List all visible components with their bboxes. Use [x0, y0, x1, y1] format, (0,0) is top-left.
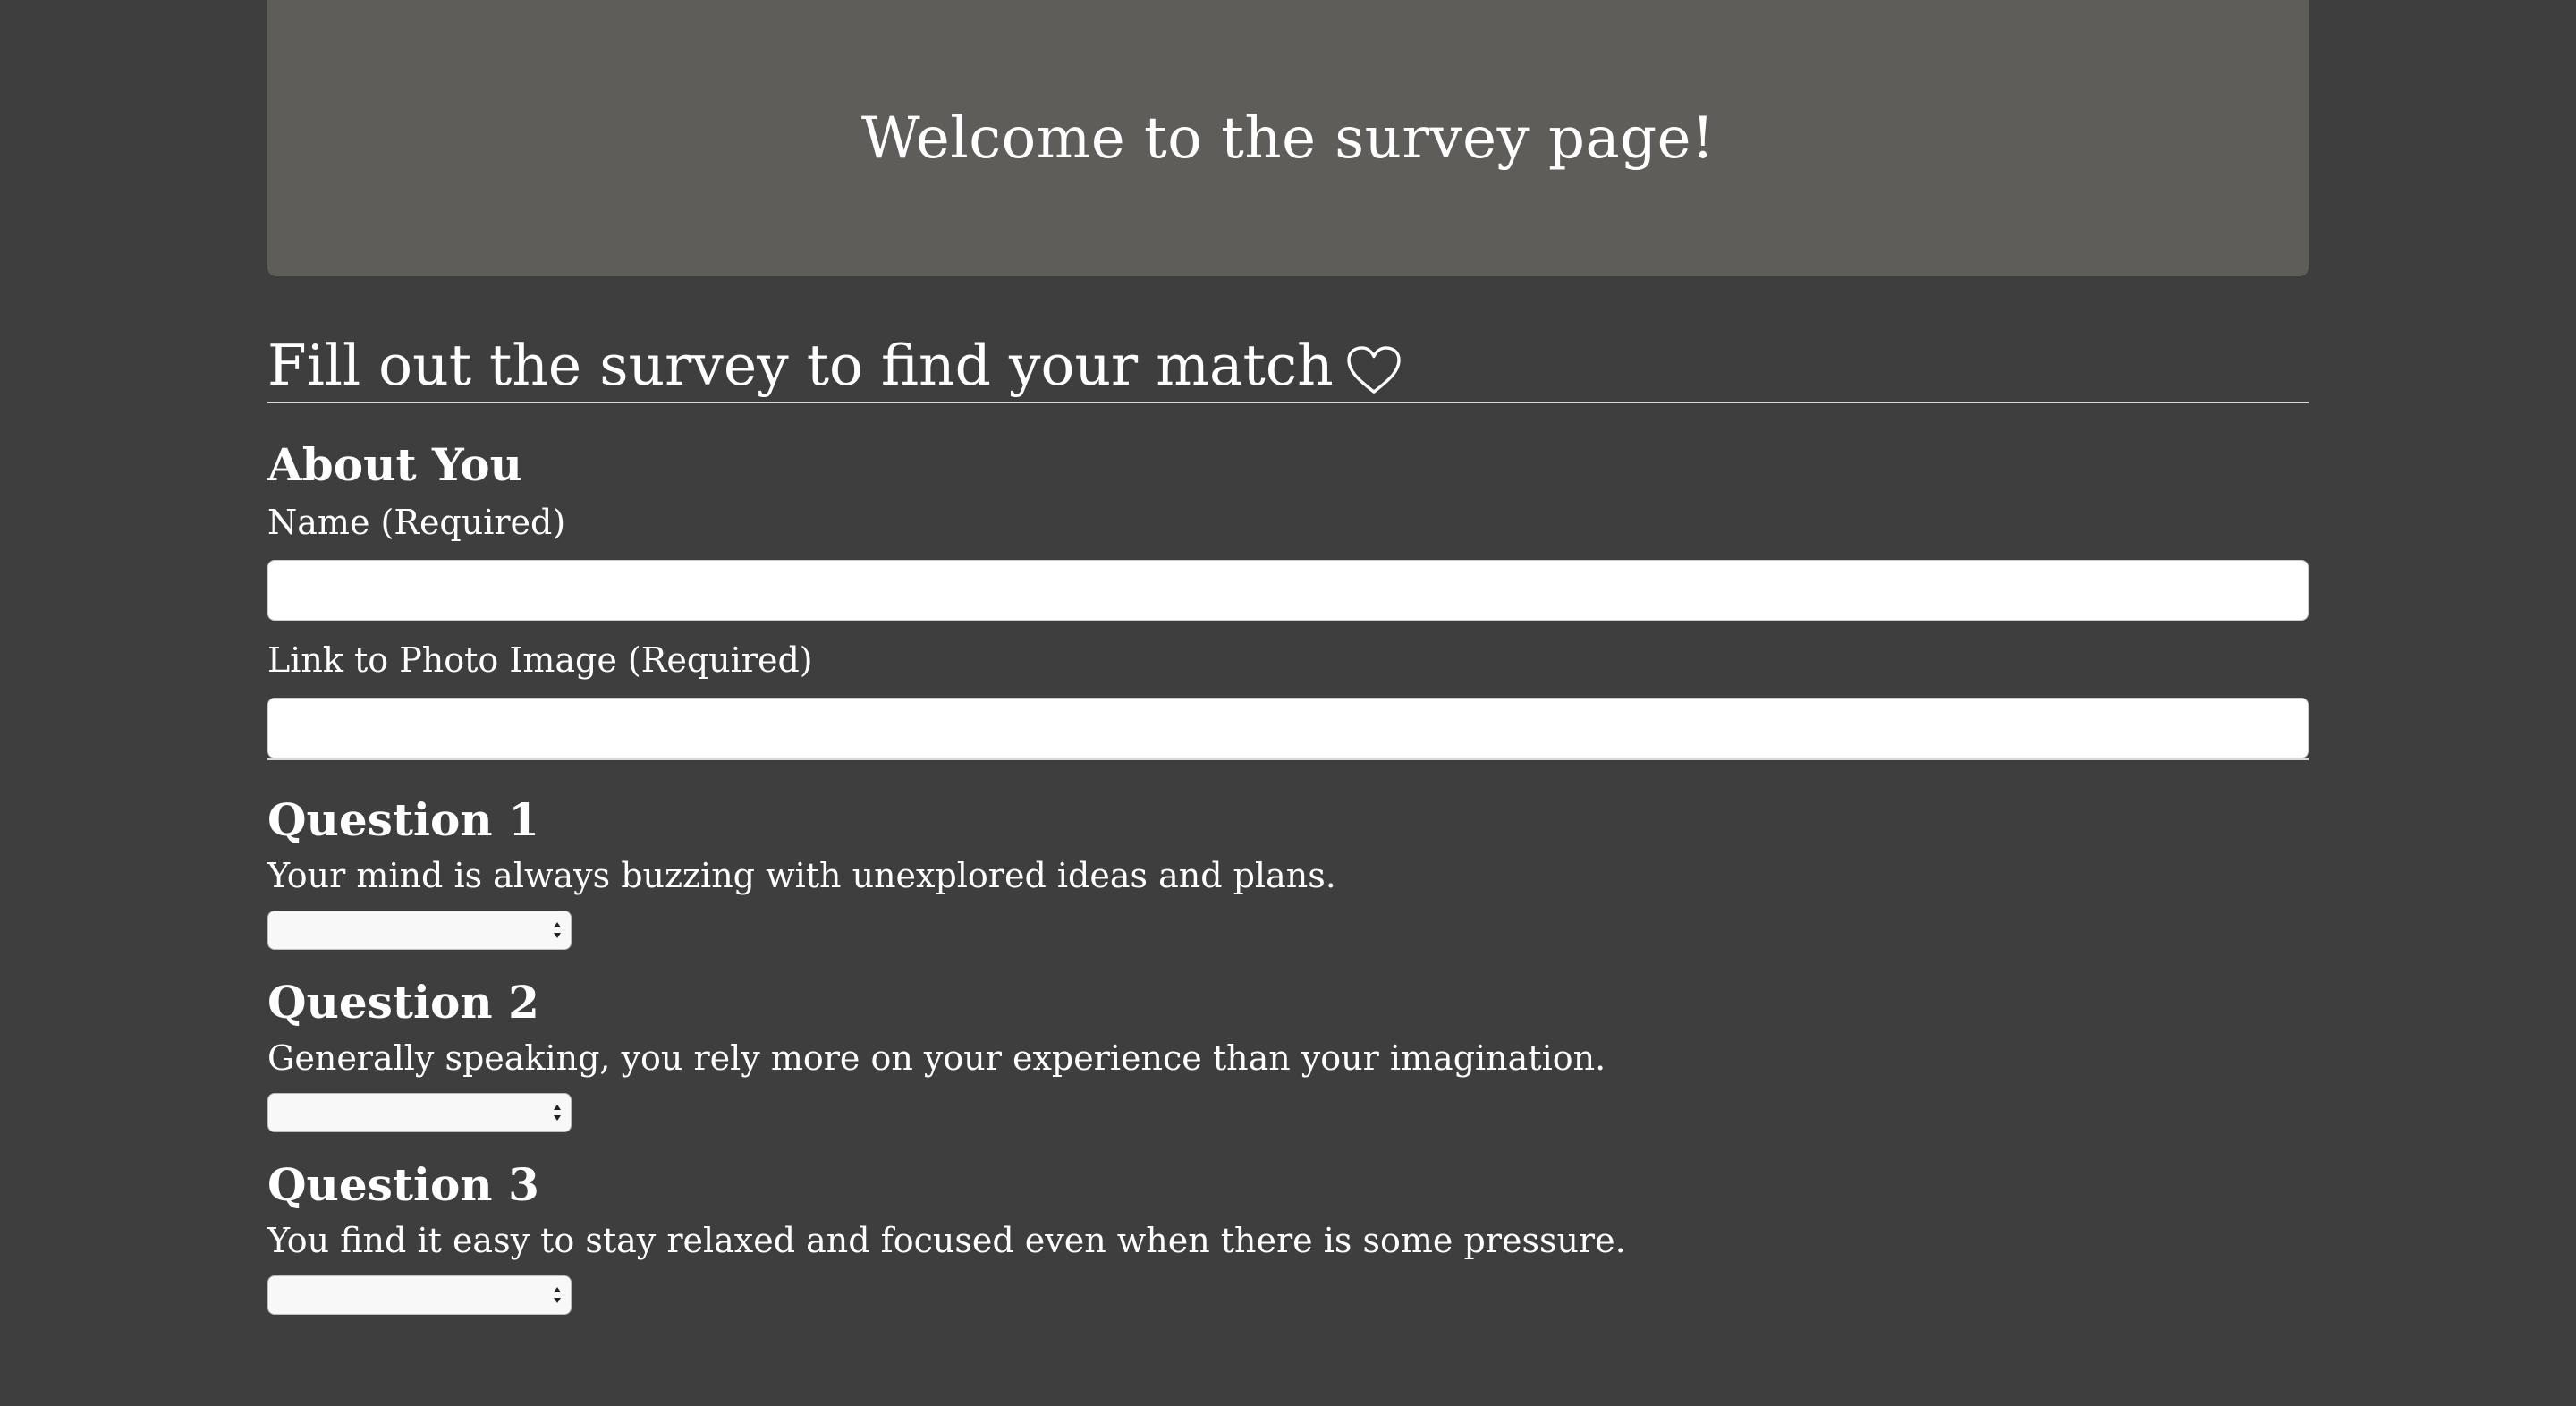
select-arrows-icon: [554, 922, 561, 938]
survey-subtitle-text: Fill out the survey to find your match: [267, 333, 1334, 398]
question-2: Question 2 Generally speaking, you rely …: [267, 973, 2309, 1132]
select-arrows-icon: [554, 1287, 561, 1303]
divider: [267, 402, 2309, 403]
question-text: You find it easy to stay relaxed and foc…: [267, 1221, 1626, 1260]
select-arrows-icon: [554, 1105, 561, 1121]
question-2-select[interactable]: [267, 1093, 572, 1132]
name-input[interactable]: [267, 560, 2309, 621]
question-3: Question 3 You find it easy to stay rela…: [267, 1156, 2309, 1315]
question-heading: Question 3: [267, 1158, 539, 1211]
header-jumbotron: Welcome to the survey page!: [267, 0, 2309, 276]
heart-icon: [1346, 341, 1402, 394]
question-heading: Question 1: [267, 793, 539, 846]
about-you-heading: About You: [267, 438, 523, 491]
question-3-select[interactable]: [267, 1275, 572, 1315]
page-container: Welcome to the survey page! Fill out the…: [267, 0, 2309, 1315]
question-text: Generally speaking, you rely more on you…: [267, 1038, 1606, 1078]
divider: [267, 758, 2309, 760]
page-title: Welcome to the survey page!: [860, 105, 1716, 172]
question-1-select[interactable]: [267, 911, 572, 950]
question-1: Question 1 Your mind is always buzzing w…: [267, 791, 2309, 950]
survey-subtitle: Fill out the survey to find your match: [267, 330, 2309, 402]
question-text: Your mind is always buzzing with unexplo…: [267, 856, 1336, 895]
question-heading: Question 2: [267, 976, 539, 1029]
photo-link-input[interactable]: [267, 698, 2309, 758]
name-label: Name (Required): [267, 503, 566, 542]
photo-link-label: Link to Photo Image (Required): [267, 640, 813, 680]
